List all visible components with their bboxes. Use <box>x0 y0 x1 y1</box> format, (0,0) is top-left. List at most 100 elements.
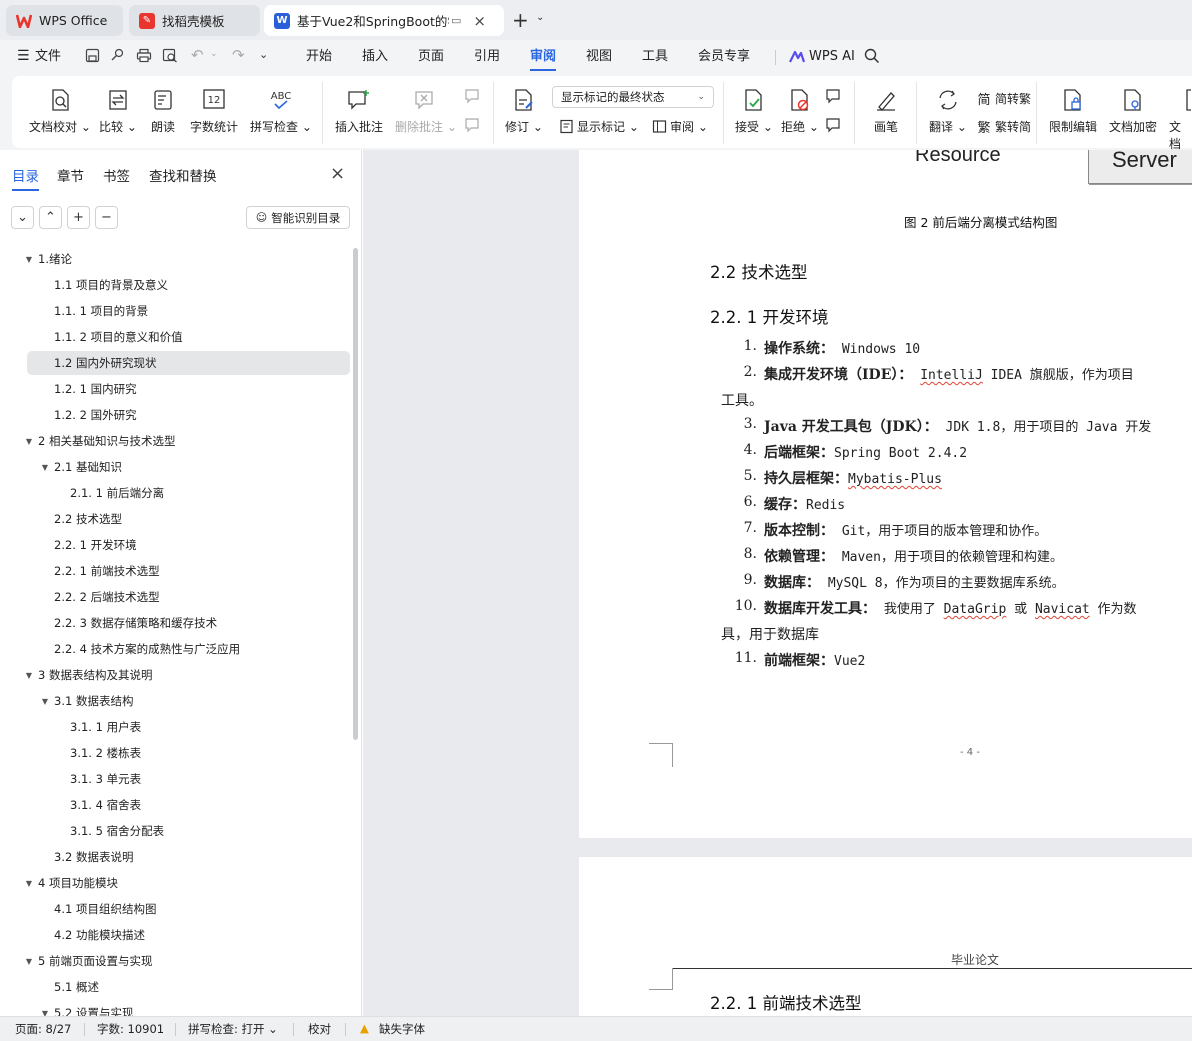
tab-docer-templates[interactable]: ✎ 找稻壳模板 <box>129 5 260 36</box>
doc-more-button[interactable]: 文档 <box>1169 87 1192 152</box>
toc-item[interactable]: 3.1. 4 宿舍表 <box>0 793 350 817</box>
track-changes-button[interactable]: 修订 ⌄ <box>505 87 543 135</box>
more-quick-actions-icon[interactable]: ⌄ <box>259 48 268 61</box>
redo-icon[interactable]: ↷ <box>232 46 245 64</box>
toc-item[interactable]: ▼ 5 前端页面设置与实现 <box>0 949 350 973</box>
tab-bookmarks[interactable]: 书签 <box>103 165 130 185</box>
toc-item[interactable]: 3.1. 3 单元表 <box>0 767 350 791</box>
toc-item[interactable]: 3.1. 2 楼栋表 <box>0 741 350 765</box>
spelling-flag[interactable]: Navicat <box>1035 602 1090 617</box>
toc-item[interactable]: ▼ 1.绪论 <box>0 247 350 271</box>
document-canvas[interactable]: Resource ↘ Server 图 2 前后端分离模式结构图 2.2 技术选… <box>363 150 1192 1016</box>
toc-item[interactable]: 4.2 功能模块描述 <box>0 923 350 947</box>
delete-comment-button[interactable]: 删除批注 ⌄ <box>395 87 457 135</box>
spelling-flag[interactable]: IntelliJ <box>920 368 983 383</box>
review-pane-button[interactable]: 审阅 ⌄ <box>651 118 708 135</box>
toc-item[interactable]: 2.2. 1 前端技术选型 <box>0 559 350 583</box>
close-tab-icon[interactable]: × <box>473 12 486 30</box>
expand-arrow-icon[interactable]: ▼ <box>38 463 52 472</box>
status-spell-check[interactable]: 拼写检查: 打开 ⌄ <box>188 1021 278 1037</box>
menu-tools[interactable]: 工具 <box>642 40 668 74</box>
traditional-to-simplified-button[interactable]: 繁 繁转简 <box>976 118 1031 136</box>
toc-item[interactable]: 1.1. 2 项目的意义和价值 <box>0 325 350 349</box>
menu-view[interactable]: 视图 <box>586 40 612 74</box>
menu-file[interactable]: 文件 <box>35 40 61 74</box>
promote-button[interactable]: ⌃ <box>39 206 62 229</box>
toc-item[interactable]: 2.2. 3 数据存储策略和缓存技术 <box>0 611 350 635</box>
toc-item[interactable]: ▼ 3.1 数据表结构 <box>0 689 350 713</box>
menu-insert[interactable]: 插入 <box>362 40 388 74</box>
toc-item[interactable]: 2.2. 4 技术方案的成熟性与广泛应用 <box>0 637 350 661</box>
tab-sections[interactable]: 章节 <box>57 165 84 185</box>
spelling-flag[interactable]: DataGrip <box>944 602 1007 617</box>
tab-find-replace[interactable]: 查找和替换 <box>149 165 217 185</box>
menu-member[interactable]: 会员专享 <box>698 40 750 74</box>
collapse-all-button[interactable]: ⌄ <box>11 206 34 229</box>
print-preview-icon[interactable] <box>162 48 178 67</box>
wps-ai-icon[interactable] <box>789 50 806 68</box>
show-markup-button[interactable]: 显示标记 ⌄ <box>558 118 639 135</box>
toc-item[interactable]: 1.1 项目的背景及意义 <box>0 273 350 297</box>
scrollbar-thumb[interactable] <box>353 248 358 740</box>
toc-item[interactable]: 2.2 技术选型 <box>0 507 350 531</box>
spelling-flag[interactable]: Mybatis-Plus <box>848 472 942 487</box>
tab-toc[interactable]: 目录 <box>12 165 39 191</box>
toc-item[interactable]: 1.2 国内外研究现状 <box>27 351 350 375</box>
compare-button[interactable]: 比较 ⌄ <box>99 87 137 135</box>
menu-wps-ai[interactable]: WPS AI <box>809 40 855 74</box>
display-mode-select[interactable]: 显示标记的最终状态 ⌄ <box>552 86 714 108</box>
expand-arrow-icon[interactable]: ▼ <box>38 1009 52 1017</box>
doc-encrypt-button[interactable]: 文档加密 <box>1109 87 1157 135</box>
restrict-edit-button[interactable]: 限制编辑 <box>1049 87 1097 135</box>
status-word-count[interactable]: 字数: 10901 <box>97 1021 164 1037</box>
toc-item[interactable]: ▼ 2.1 基础知识 <box>0 455 350 479</box>
toc-item[interactable]: 5.1 概述 <box>0 975 350 999</box>
expand-arrow-icon[interactable]: ▼ <box>22 255 36 264</box>
expand-arrow-icon[interactable]: ▼ <box>38 697 52 706</box>
doc-check-button[interactable]: 文档校对 ⌄ <box>29 87 91 135</box>
insert-comment-button[interactable]: 插入批注 <box>335 87 383 135</box>
add-heading-button[interactable]: + <box>67 206 90 229</box>
toc-item[interactable]: 2.1. 1 前后端分离 <box>0 481 350 505</box>
tab-current-document[interactable]: W 基于Vue2和SpringBoot的学生 ▭ × <box>264 5 504 36</box>
remove-heading-button[interactable]: − <box>95 206 118 229</box>
expand-arrow-icon[interactable]: ▼ <box>22 437 36 446</box>
print-icon[interactable] <box>136 48 152 67</box>
toc-item[interactable]: 4.1 项目组织结构图 <box>0 897 350 921</box>
prev-comment-icon[interactable] <box>464 88 482 107</box>
toc-item[interactable]: 3.1. 1 用户表 <box>0 715 350 739</box>
pen-button[interactable]: 画笔 <box>873 87 899 135</box>
toc-item[interactable]: 3.2 数据表说明 <box>0 845 350 869</box>
search-icon[interactable] <box>864 48 880 68</box>
toc-item[interactable]: 1.2. 1 国内研究 <box>0 377 350 401</box>
share-icon[interactable] <box>110 48 125 67</box>
toc-item[interactable]: ▼ 4 项目功能模块 <box>0 871 350 895</box>
tab-wps-office[interactable]: WPS Office <box>6 5 123 36</box>
expand-arrow-icon[interactable]: ▼ <box>22 671 36 680</box>
toc-item[interactable]: ▼ 2 相关基础知识与技术选型 <box>0 429 350 453</box>
toc-item[interactable]: ▼ 5.2 设置与实现 <box>0 1001 350 1016</box>
prev-change-icon[interactable] <box>825 88 843 107</box>
expand-arrow-icon[interactable]: ▼ <box>22 879 36 888</box>
simplified-to-traditional-button[interactable]: 简 简转繁 <box>976 90 1031 108</box>
next-change-icon[interactable] <box>825 117 843 136</box>
document-page-next[interactable]: 毕业论文 2.2. 1 前端技术选型 <box>579 857 1192 1016</box>
status-missing-font[interactable]: 缺失字体 <box>379 1021 425 1037</box>
menu-page[interactable]: 页面 <box>418 40 444 74</box>
toc-item[interactable]: ▼ 3 数据表结构及其说明 <box>0 663 350 687</box>
accept-button[interactable]: 接受 ⌄ <box>735 87 773 135</box>
toc-item[interactable]: 2.2. 2 后端技术选型 <box>0 585 350 609</box>
close-pane-icon[interactable]: × <box>330 163 345 184</box>
translate-button[interactable]: 翻译 ⌄ <box>929 87 967 135</box>
toc-item[interactable]: 2.2. 1 开发环境 <box>0 533 350 557</box>
new-tab-icon[interactable]: + <box>512 8 529 32</box>
reject-button[interactable]: 拒绝 ⌄ <box>781 87 819 135</box>
hamburger-icon[interactable]: ☰ <box>17 48 30 64</box>
expand-arrow-icon[interactable]: ▼ <box>22 957 36 966</box>
menu-reference[interactable]: 引用 <box>474 40 500 74</box>
menu-review[interactable]: 审阅 <box>530 40 557 74</box>
spell-check-button[interactable]: ABC 拼写检查 ⌄ <box>250 87 312 135</box>
undo-icon[interactable]: ↶ <box>191 46 204 64</box>
smart-toc-button[interactable]: ☺ 智能识别目录 <box>246 206 350 229</box>
read-aloud-button[interactable]: 朗读 <box>150 87 176 135</box>
